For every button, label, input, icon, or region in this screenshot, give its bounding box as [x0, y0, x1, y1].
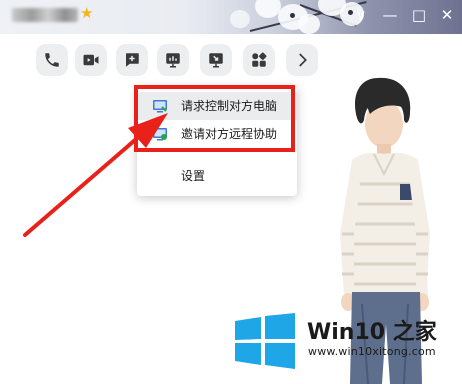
windows-logo-icon: [235, 313, 295, 369]
watermark-brand: Win10 之家: [307, 314, 437, 346]
watermark-brand-suffix: 之家: [392, 320, 437, 345]
watermark-url: www.win10xitong.com: [308, 345, 436, 358]
watermark-brand-prefix: Win10: [307, 320, 386, 345]
